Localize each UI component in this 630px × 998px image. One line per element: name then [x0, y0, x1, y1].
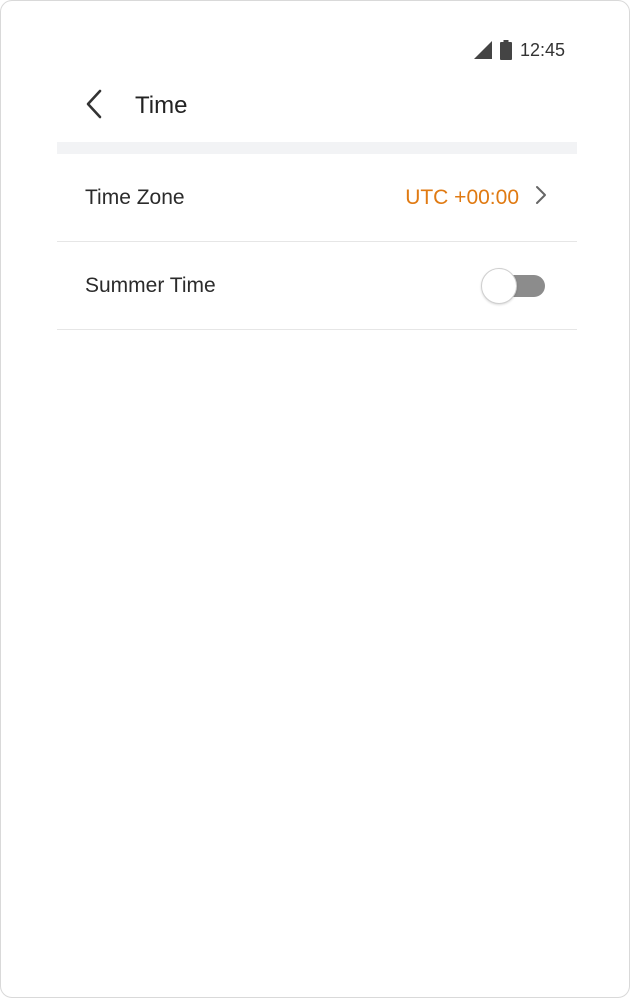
- signal-icon: [473, 41, 492, 59]
- summer-time-label: Summer Time: [85, 273, 216, 297]
- app-header: Time: [57, 77, 577, 135]
- battery-icon: [499, 40, 512, 60]
- summer-time-toggle[interactable]: [481, 267, 547, 304]
- status-time: 12:45: [519, 39, 565, 60]
- chevron-right-icon: [535, 185, 547, 210]
- chevron-left-icon: [85, 89, 103, 124]
- section-divider: [57, 142, 577, 154]
- status-bar: 12:45: [473, 37, 565, 63]
- time-zone-row[interactable]: Time Zone UTC +00:00: [57, 154, 577, 242]
- settings-list: Time Zone UTC +00:00 Summer Time: [57, 154, 577, 330]
- time-zone-label: Time Zone: [85, 185, 185, 209]
- summer-time-row: Summer Time: [57, 242, 577, 330]
- page-title: Time: [135, 92, 188, 119]
- phone-screen: 12:45 Time Time Zone UTC +00:00 Summer T…: [0, 0, 630, 998]
- time-zone-value: UTC +00:00: [405, 185, 519, 209]
- toggle-knob: [481, 267, 517, 304]
- time-zone-right: UTC +00:00: [405, 185, 547, 210]
- back-button[interactable]: [57, 77, 117, 135]
